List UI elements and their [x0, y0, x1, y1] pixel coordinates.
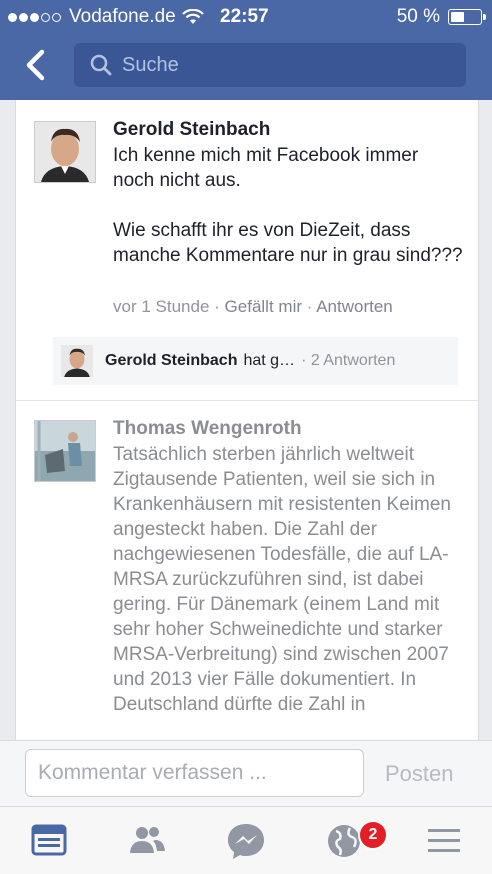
search-placeholder: Suche: [122, 53, 179, 76]
carrier-name: Vodafone.de: [69, 6, 176, 27]
wifi-icon: [181, 9, 204, 24]
notification-badge: 2: [358, 820, 388, 850]
comment-composer: Kommentar verfassen ... Posten: [0, 740, 492, 806]
like-link[interactable]: Gefällt mir: [225, 297, 302, 316]
comment-divider: [16, 400, 478, 401]
comment-time: vor 1 Stunde: [113, 297, 210, 316]
reply-profile-photo: [61, 345, 93, 377]
profile-photo: [35, 122, 95, 182]
profile-photo: [35, 421, 95, 481]
search-icon: [90, 54, 112, 76]
comment-text: Tatsächlich sterben jährlich weltweit Zi…: [113, 444, 451, 715]
more-menu-icon[interactable]: [424, 821, 464, 861]
battery-percent: 50 %: [396, 6, 440, 27]
carrier-info: Vodafone.de: [8, 6, 204, 28]
tab-bar: [0, 806, 492, 874]
meta-separator: ·: [214, 297, 220, 316]
reply-author: Gerold Steinbach: [105, 352, 238, 369]
notifications-globe-icon[interactable]: [324, 821, 364, 861]
friend-requests-icon[interactable]: [127, 821, 167, 861]
avatar[interactable]: [34, 420, 96, 482]
back-chevron-icon[interactable]: [22, 48, 52, 82]
reply-link[interactable]: Antworten: [316, 297, 393, 316]
comment-input[interactable]: Kommentar verfassen ...: [25, 749, 364, 797]
comment-list: Gerold Steinbach Ich kenne mich mit Face…: [15, 100, 479, 740]
comment-input-placeholder: Kommentar verfassen ...: [38, 761, 267, 784]
reply-snippet: hat g…: [243, 352, 296, 369]
search-bar[interactable]: Suche: [74, 43, 466, 87]
comment-author[interactable]: Thomas Wengenroth: [113, 418, 302, 440]
reply-count[interactable]: · 2 Antworten: [301, 352, 395, 370]
comment-text: Ich kenne mich mit Facebook immer noch n…: [113, 145, 463, 266]
reply-avatar: [61, 345, 93, 377]
comment-author[interactable]: Gerold Steinbach: [113, 119, 270, 141]
signal-strength-icon: [8, 6, 63, 28]
messenger-icon[interactable]: [226, 821, 266, 861]
battery-fill: [451, 12, 464, 22]
meta-separator: ·: [306, 297, 313, 316]
avatar[interactable]: [34, 121, 96, 183]
post-button[interactable]: Posten: [385, 761, 454, 787]
comment-meta: vor 1 Stunde · Gefällt mir · Antworten: [113, 297, 393, 317]
clock: 22:57: [220, 6, 269, 27]
battery-status: 50 %: [396, 6, 486, 28]
navigation-header: Vodafone.de 22:57 50 % Suche: [0, 0, 492, 100]
reply-preview[interactable]: Gerold Steinbach hat g… · 2 Antworten: [53, 337, 458, 385]
news-feed-icon[interactable]: [30, 821, 70, 861]
status-bar: Vodafone.de 22:57 50 %: [0, 0, 492, 34]
battery-icon: [448, 9, 486, 25]
